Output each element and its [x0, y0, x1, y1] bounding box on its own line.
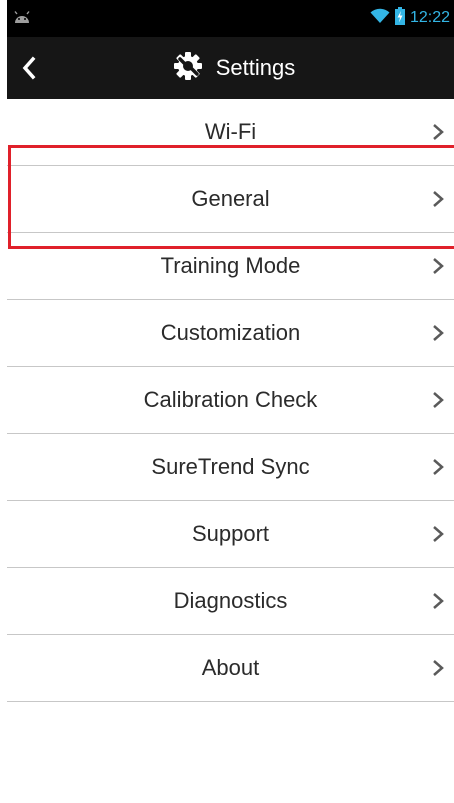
wifi-icon [370, 8, 390, 29]
menu-item-wifi[interactable]: Wi-Fi [7, 99, 454, 166]
menu-item-label: Calibration Check [143, 387, 318, 412]
menu-item-label: Training Mode [160, 253, 301, 278]
menu-item-customization[interactable]: Customization [7, 300, 454, 367]
chevron-right-icon [433, 526, 444, 542]
menu-item-suretrend-sync[interactable]: SureTrend Sync [7, 434, 454, 501]
menu-item-calibration-check[interactable]: Calibration Check [7, 367, 454, 434]
chevron-right-icon [433, 392, 444, 408]
status-bar: 12:22 [7, 0, 454, 37]
menu-item-diagnostics[interactable]: Diagnostics [7, 568, 454, 635]
chevron-right-icon [433, 660, 444, 676]
menu-item-label: Customization [160, 320, 301, 345]
menu-item-label: Wi-Fi [204, 119, 257, 144]
chevron-right-icon [433, 258, 444, 274]
menu-item-support[interactable]: Support [7, 501, 454, 568]
chevron-right-icon [433, 124, 444, 140]
back-chevron-icon [22, 56, 36, 80]
menu-item-general[interactable]: General [7, 166, 454, 233]
battery-charging-icon [394, 6, 405, 30]
menu-item-about[interactable]: About [7, 635, 454, 702]
settings-gear-icon [173, 51, 202, 85]
android-icon [13, 10, 31, 28]
back-button[interactable] [17, 55, 43, 81]
menu-item-label: Support [191, 521, 270, 546]
settings-menu-list: Wi-Fi General Training Mode Customizatio… [7, 99, 454, 702]
chevron-right-icon [433, 593, 444, 609]
chevron-right-icon [433, 191, 444, 207]
menu-item-label: General [191, 186, 270, 211]
status-icons: 12:22 [370, 6, 450, 30]
device-screen: 12:22 Settings Wi-Fi General Training Mo… [7, 0, 454, 803]
menu-item-label: SureTrend Sync [151, 454, 310, 479]
menu-item-label: About [201, 655, 260, 680]
chevron-right-icon [433, 459, 444, 475]
page-title: Settings [215, 55, 296, 80]
menu-item-training-mode[interactable]: Training Mode [7, 233, 454, 300]
chevron-right-icon [433, 325, 444, 341]
menu-item-label: Diagnostics [173, 588, 288, 613]
title-group: Settings [7, 37, 454, 99]
status-time: 12:22 [409, 9, 450, 26]
app-bar: Settings [7, 37, 454, 99]
